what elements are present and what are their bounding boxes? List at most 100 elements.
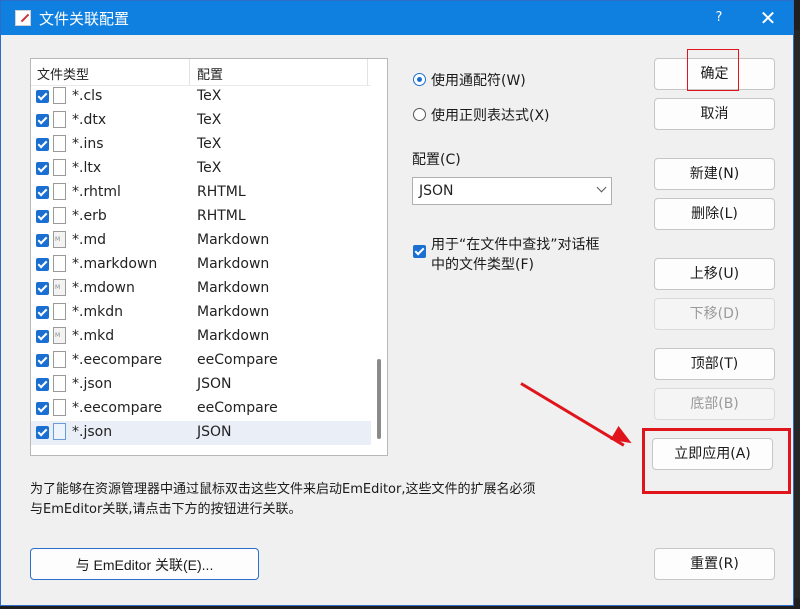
row-checkbox[interactable] xyxy=(36,426,49,439)
file-type-cell: *.json xyxy=(72,424,113,440)
config-cell: eeCompare xyxy=(197,400,278,416)
file-type-cell: *.cls xyxy=(72,88,103,104)
file-type-cell: *.markdown xyxy=(72,256,158,272)
row-checkbox[interactable] xyxy=(36,306,49,319)
file-type-list[interactable]: 文件类型 配置 *.cls TeX *.dtx TeX *.ins TeX *.ltx TeX… xyxy=(30,58,388,456)
table-row[interactable]: *.ltx TeX xyxy=(31,157,371,181)
list-scroll-thumb[interactable] xyxy=(377,359,381,439)
table-row[interactable]: *.rhtml RHTML xyxy=(31,181,371,205)
wildcard-radio[interactable] xyxy=(413,73,426,86)
row-checkbox[interactable] xyxy=(36,90,49,103)
table-row[interactable]: *.ins TeX xyxy=(31,133,371,157)
file-icon xyxy=(53,255,66,272)
file-icon xyxy=(53,375,66,392)
delete-button[interactable]: 删除(L) xyxy=(654,198,775,230)
row-checkbox[interactable] xyxy=(36,330,49,343)
row-checkbox[interactable] xyxy=(36,162,49,175)
file-icon xyxy=(53,183,66,200)
table-row[interactable]: *.mkdn Markdown xyxy=(31,301,371,325)
table-row[interactable]: *.cls TeX xyxy=(31,85,371,109)
new-button[interactable]: 新建(N) xyxy=(654,158,775,190)
table-row[interactable]: *.json JSON xyxy=(31,373,371,397)
row-checkbox[interactable] xyxy=(36,282,49,295)
row-checkbox[interactable] xyxy=(36,258,49,271)
file-type-cell: *.dtx xyxy=(72,112,107,128)
markdown-file-icon xyxy=(53,327,66,344)
config-cell: Markdown xyxy=(197,328,270,344)
file-icon xyxy=(53,111,66,128)
file-type-cell: *.ins xyxy=(72,136,104,152)
wildcard-label[interactable]: 使用通配符(W) xyxy=(431,70,526,90)
table-row[interactable]: *.eecompare eeCompare xyxy=(31,349,371,373)
find-in-files-checkbox[interactable] xyxy=(413,245,426,258)
row-checkbox[interactable] xyxy=(36,138,49,151)
find-in-files-label-line1[interactable]: 用于“在文件中查找”对话框 xyxy=(431,234,600,254)
file-type-cell: *.ltx xyxy=(72,160,102,176)
row-checkbox[interactable] xyxy=(36,234,49,247)
move-top-button[interactable]: 顶部(T) xyxy=(654,348,775,380)
markdown-file-icon xyxy=(53,279,66,296)
association-info-line1: 为了能够在资源管理器中通过鼠标双击这些文件来启动EmEditor,这些文件的扩展… xyxy=(30,482,536,497)
row-checkbox[interactable] xyxy=(36,378,49,391)
row-checkbox[interactable] xyxy=(36,402,49,415)
file-association-dialog: 文件关联配置 ? ✕ 文件类型 配置 *.cls TeX *.dtx TeX *.ins… xyxy=(0,0,794,606)
table-row[interactable]: *.mkd Markdown xyxy=(31,325,371,349)
config-cell: RHTML xyxy=(197,184,246,200)
find-in-files-label-line2[interactable]: 中的文件类型(F) xyxy=(431,254,534,274)
move-down-button: 下移(D) xyxy=(654,298,775,330)
help-button[interactable]: ? xyxy=(709,8,729,28)
app-icon xyxy=(15,10,31,26)
regex-radio[interactable] xyxy=(413,108,426,121)
file-icon xyxy=(53,423,66,440)
ok-highlight-box xyxy=(687,49,739,91)
table-row[interactable]: *.erb RHTML xyxy=(31,205,371,229)
table-row[interactable]: *.eecompare eeCompare xyxy=(31,397,371,421)
window-title: 文件关联配置 xyxy=(39,10,130,28)
file-type-cell: *.erb xyxy=(72,208,107,224)
row-checkbox[interactable] xyxy=(36,354,49,367)
cancel-button[interactable]: 取消 xyxy=(654,98,775,130)
annotation-arrow xyxy=(520,382,625,447)
table-row[interactable]: *.markdown Markdown xyxy=(31,253,371,277)
move-up-button[interactable]: 上移(U) xyxy=(654,258,775,290)
row-checkbox[interactable] xyxy=(36,186,49,199)
associate-emeditor-button[interactable]: 与 EmEditor 关联(E)... xyxy=(30,548,259,580)
config-label: 配置(C) xyxy=(412,152,461,168)
column-header-config[interactable]: 配置 xyxy=(197,64,223,83)
config-cell: TeX xyxy=(197,112,222,128)
config-cell: JSON xyxy=(197,376,232,392)
association-info: 为了能够在资源管理器中通过鼠标双击这些文件来启动EmEditor,这些文件的扩展… xyxy=(30,480,610,520)
config-select-value: JSON xyxy=(419,183,454,199)
move-bottom-button: 底部(B) xyxy=(654,388,775,420)
table-row[interactable]: *.mdown Markdown xyxy=(31,277,371,301)
association-info-line2: 与EmEditor关联,请点击下方的按钮进行关联。 xyxy=(30,502,302,517)
config-cell: TeX xyxy=(197,88,222,104)
annotation-arrow-head xyxy=(610,425,636,451)
table-row[interactable]: *.md Markdown xyxy=(31,229,371,253)
column-header-file-type[interactable]: 文件类型 xyxy=(37,64,89,83)
markdown-file-icon xyxy=(53,231,66,248)
reset-button[interactable]: 重置(R) xyxy=(654,548,775,580)
file-type-cell: *.json xyxy=(72,376,113,392)
regex-label[interactable]: 使用正则表达式(X) xyxy=(431,105,550,125)
file-type-cell: *.md xyxy=(72,232,106,248)
chevron-down-icon xyxy=(596,182,607,193)
file-type-cell: *.mdown xyxy=(72,280,135,296)
close-button[interactable]: ✕ xyxy=(755,6,781,30)
config-cell: Markdown xyxy=(197,280,270,296)
table-row[interactable]: *.dtx TeX xyxy=(31,109,371,133)
config-select[interactable]: JSON xyxy=(412,177,612,205)
row-checkbox[interactable] xyxy=(36,210,49,223)
background-scrollbar xyxy=(794,30,800,600)
file-icon xyxy=(53,351,66,368)
column-separator[interactable] xyxy=(367,59,368,85)
file-icon xyxy=(53,135,66,152)
file-icon xyxy=(53,207,66,224)
list-header: 文件类型 配置 xyxy=(31,59,371,86)
file-type-cell: *.rhtml xyxy=(72,184,121,200)
config-cell: JSON xyxy=(197,424,232,440)
row-checkbox[interactable] xyxy=(36,114,49,127)
file-type-cell: *.mkdn xyxy=(72,304,123,320)
table-row[interactable]: *.json JSON xyxy=(31,421,371,445)
column-separator[interactable] xyxy=(189,59,190,85)
